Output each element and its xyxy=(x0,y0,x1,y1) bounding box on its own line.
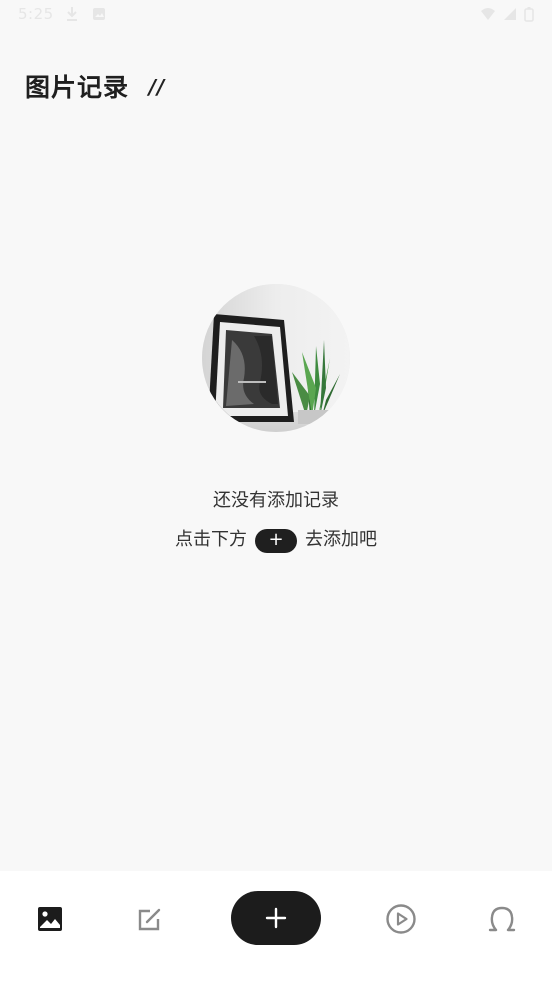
photo-notification-icon xyxy=(93,8,105,20)
empty-state-illustration xyxy=(202,284,350,432)
empty-state-title: 还没有添加记录 xyxy=(213,490,339,511)
image-icon xyxy=(38,907,62,931)
nav-profile-button[interactable] xyxy=(482,899,522,939)
status-bar: 5:25 xyxy=(0,0,552,30)
hint-add-pill: + xyxy=(255,529,297,553)
status-time: 5:25 xyxy=(18,5,54,23)
empty-state-hint: 点击下方 + 去添加吧 xyxy=(0,525,552,553)
nav-notes-button[interactable] xyxy=(130,899,170,939)
bottom-navigation xyxy=(0,871,552,983)
signal-icon xyxy=(504,8,516,20)
edit-icon xyxy=(138,908,161,931)
title-decoration: // xyxy=(148,75,166,99)
profile-icon xyxy=(488,906,516,932)
play-circle-icon xyxy=(386,904,416,934)
wifi-icon xyxy=(481,8,495,20)
hint-text-after: 去添加吧 xyxy=(305,529,377,550)
download-icon xyxy=(67,7,77,21)
page-title: 图片记录 // xyxy=(25,68,165,104)
nav-video-button[interactable] xyxy=(381,899,421,939)
battery-icon xyxy=(524,7,534,22)
framed-picture-with-plant-illustration xyxy=(202,284,350,432)
plus-icon xyxy=(265,907,287,929)
add-record-button[interactable] xyxy=(231,891,321,945)
nav-photos-button[interactable] xyxy=(30,899,70,939)
hint-text-before: 点击下方 xyxy=(175,529,247,550)
page-title-text: 图片记录 xyxy=(25,73,130,102)
